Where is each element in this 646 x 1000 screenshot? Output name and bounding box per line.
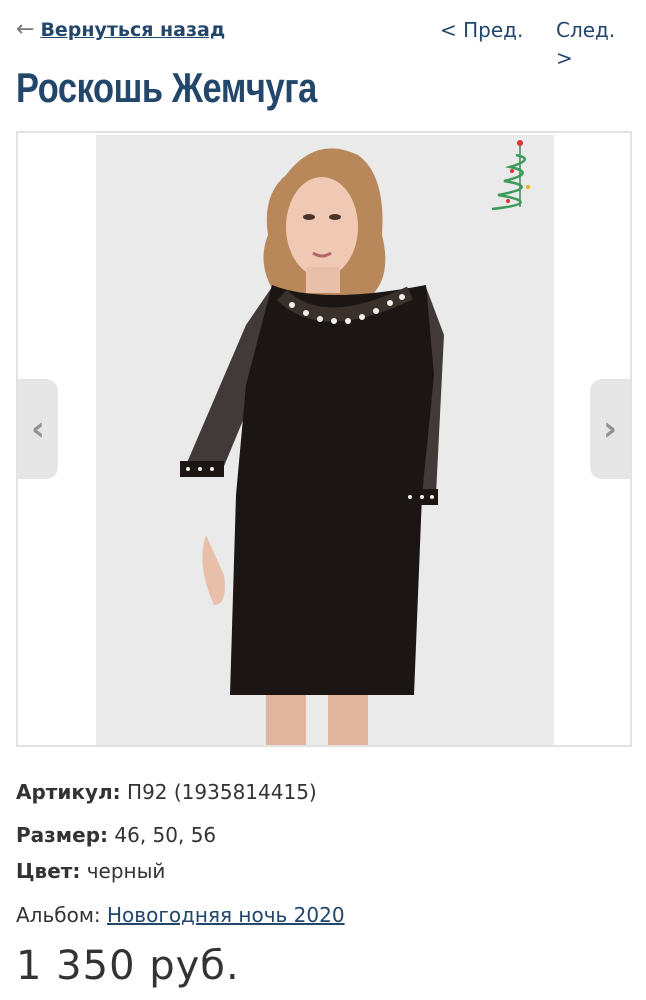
dress-photo-illustration [96, 135, 554, 745]
album-label: Альбом: [16, 903, 101, 927]
product-gallery: ‹ › [16, 131, 632, 747]
back-link-label: Вернуться назад [40, 19, 226, 41]
price: 1 350 руб. [16, 943, 240, 989]
article-label: Артикул: [16, 780, 121, 804]
size-label: Размер: [16, 823, 109, 847]
gallery-prev-button[interactable]: ‹ [18, 379, 58, 479]
next-link[interactable]: След. > [556, 16, 632, 72]
top-navigation: ← Вернуться назад < Пред. След. > [16, 16, 632, 70]
size-value: 46, 50, 56 [114, 823, 217, 847]
prev-link[interactable]: < Пред. [440, 16, 523, 44]
color-row: Цвет: черный [16, 859, 165, 883]
back-arrow-icon: ← [16, 17, 35, 42]
chevron-right-icon: › [602, 409, 617, 449]
album-link[interactable]: Новогодняя ночь 2020 [107, 903, 345, 927]
product-photo[interactable] [96, 135, 554, 745]
album-row: Альбом: Новогодняя ночь 2020 [16, 903, 345, 927]
article-row: Артикул: П92 (1935814415) [16, 780, 317, 804]
color-label: Цвет: [16, 859, 81, 883]
page-title: Роскошь Жемчуга [16, 64, 317, 111]
chevron-left-icon: ‹ [30, 409, 45, 449]
gallery-next-button[interactable]: › [590, 379, 630, 479]
article-value: П92 (1935814415) [127, 780, 317, 804]
color-value: черный [86, 859, 166, 883]
size-row: Размер: 46, 50, 56 [16, 823, 216, 847]
back-link[interactable]: ← Вернуться назад [16, 16, 225, 44]
